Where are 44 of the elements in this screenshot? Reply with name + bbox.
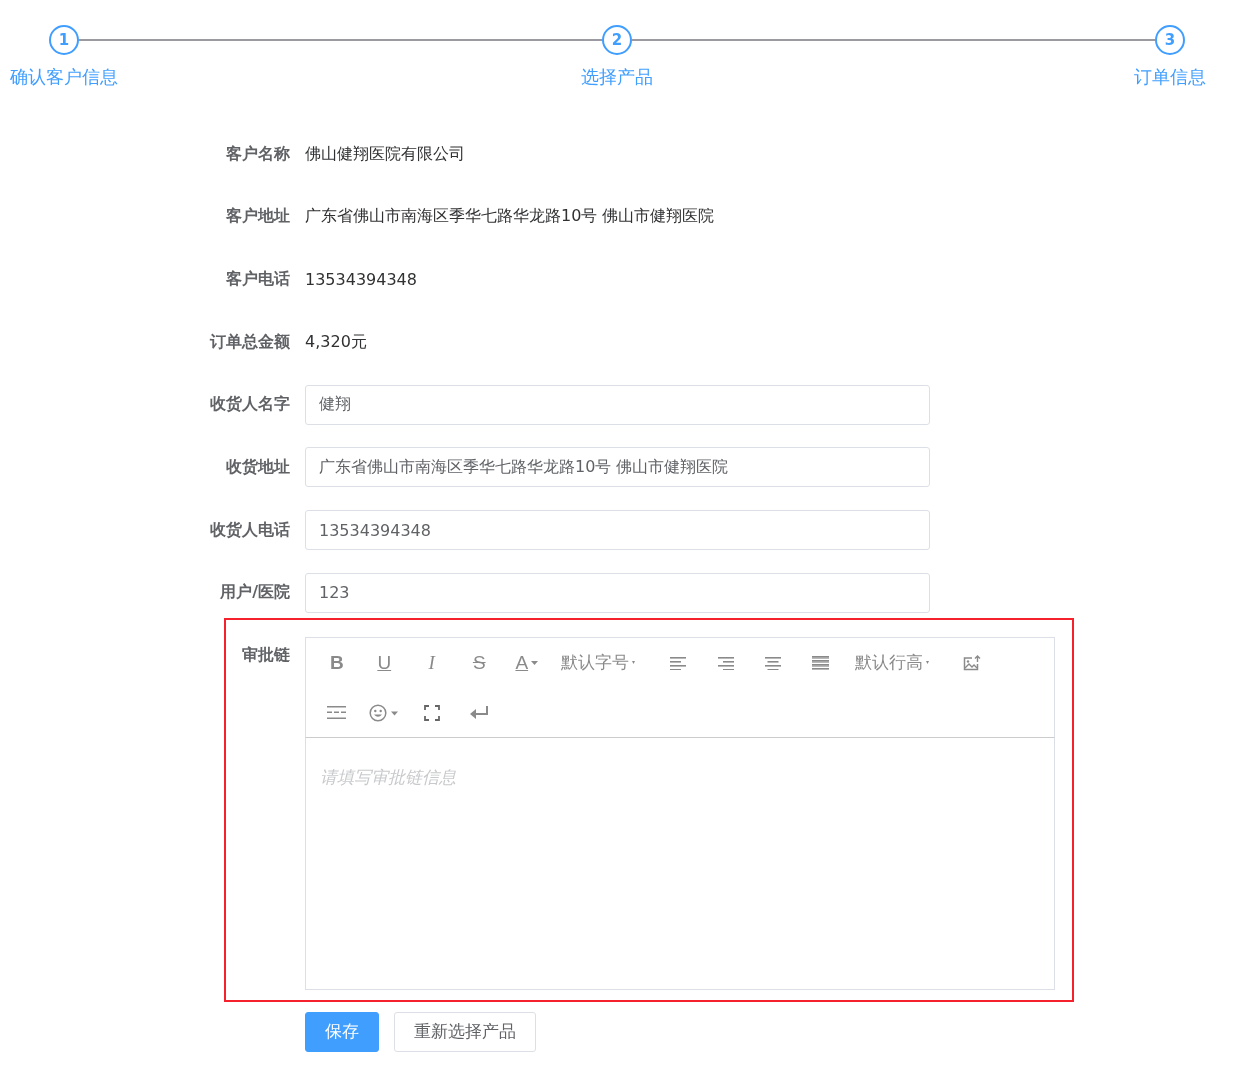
step-number: 2 — [602, 25, 632, 55]
enter-icon[interactable] — [469, 705, 489, 720]
align-center-icon[interactable] — [765, 655, 782, 670]
field-label: 审批链 — [242, 644, 290, 664]
caret-icon[interactable] — [925, 661, 929, 664]
strikethrough-button[interactable]: S — [472, 651, 486, 674]
step-number: 1 — [49, 25, 79, 55]
caret-icon[interactable] — [531, 660, 539, 665]
fullscreen-icon[interactable] — [423, 704, 440, 721]
field-label: 用户/医院 — [219, 582, 291, 604]
align-right-icon[interactable] — [717, 655, 734, 670]
text-input-field[interactable]: 13534394348 — [305, 510, 930, 551]
dropdown-button[interactable]: 默认字号 — [560, 651, 629, 674]
text-input-field[interactable]: 123 — [305, 572, 930, 613]
smiley-icon[interactable] — [369, 703, 400, 722]
step-label: 订单信息 — [1133, 65, 1207, 89]
field-label: 收货人名字 — [209, 394, 291, 416]
save-button[interactable]: 保存 — [305, 1011, 379, 1052]
step-number: 3 — [1155, 25, 1185, 55]
field-label: 订单总金额 — [208, 331, 291, 353]
field-value: 佛山健翔医院有限公司 — [305, 143, 465, 165]
underline-button[interactable]: U — [377, 651, 392, 674]
caret-icon[interactable] — [631, 661, 635, 664]
reselect-products-button[interactable]: 重新选择产品 — [394, 1011, 536, 1052]
field-label: 收货人电话 — [209, 519, 291, 541]
justify-icon[interactable] — [812, 654, 830, 671]
text-input-field[interactable]: 广东省佛山市南海区季华七路华龙路10号 佛山市健翔医院 — [305, 447, 930, 488]
field-label: 收货地址 — [225, 456, 291, 478]
step-label: 选择产品 — [580, 65, 654, 89]
image-upload-icon[interactable] — [963, 654, 982, 671]
horizontal-rule-icon[interactable] — [327, 706, 347, 719]
field-value: 广东省佛山市南海区季华七路华龙路10号 佛山市健翔医院 — [305, 206, 715, 228]
step-label: 确认客户信息 — [9, 65, 119, 89]
align-left-icon[interactable] — [670, 655, 687, 670]
font-color-button[interactable]: A — [515, 651, 529, 674]
field-value: 13534394348 — [305, 269, 417, 289]
italic-button[interactable]: I — [428, 651, 435, 674]
field-label: 客户电话 — [225, 268, 291, 290]
text-input-field[interactable]: 健翔 — [305, 384, 930, 425]
bold-button[interactable]: B — [329, 651, 344, 674]
dropdown-button[interactable]: 默认行高 — [854, 651, 923, 674]
field-label: 客户名称 — [225, 143, 291, 165]
field-label: 客户地址 — [225, 206, 291, 228]
field-value: 4,320元 — [305, 331, 367, 353]
